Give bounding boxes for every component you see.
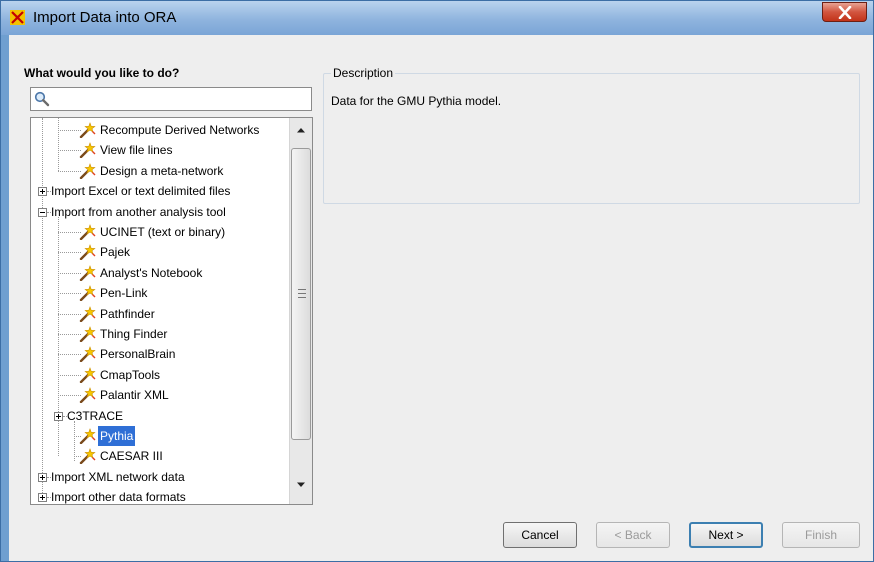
back-button[interactable]: < Back: [596, 522, 670, 548]
window-title: Import Data into ORA: [33, 9, 177, 26]
wand-icon: [79, 326, 97, 343]
wand-icon: [79, 122, 97, 139]
description-text: Data for the GMU Pythia model.: [331, 94, 502, 108]
tree-item-label: Pythia: [98, 426, 136, 446]
tree-guide-line: [58, 334, 81, 335]
wand-icon: [79, 142, 97, 159]
expand-toggle-icon[interactable]: [38, 493, 47, 503]
tree-item-label: Analyst's Notebook: [100, 265, 203, 280]
tree-guide-line: [58, 252, 81, 254]
tree-guide-line: [58, 293, 81, 295]
task-tree: Recompute Derived Networks View file line…: [30, 117, 313, 505]
ora-app-icon: [10, 10, 25, 25]
tree-guide-line: [58, 130, 81, 131]
tree-content: Recompute Derived Networks View file line…: [31, 118, 289, 504]
wand-icon: [79, 264, 97, 281]
tree-item-label: CmapTools: [100, 367, 161, 382]
wand-icon: [79, 346, 97, 363]
tree-guide-line: [42, 118, 43, 212]
tree-scrollbar[interactable]: [289, 118, 312, 504]
cancel-button[interactable]: Cancel: [503, 522, 577, 548]
scrollbar-grip-icon: [298, 289, 306, 298]
tree-guide-line: [42, 211, 43, 498]
tree-item-label: UCINET (text or binary): [100, 225, 226, 239]
tree-item-label: PersonalBrain: [100, 347, 176, 362]
tree-item-label: Palantir XML: [100, 388, 169, 403]
scroll-up-arrow-icon[interactable]: [296, 127, 306, 133]
description-panel: [323, 73, 860, 204]
task-prompt-label: What would you like to do?: [24, 66, 180, 80]
tree-item-label: Pajek: [100, 245, 131, 260]
close-icon: [838, 6, 852, 19]
tree-guide-line: [74, 420, 75, 462]
wand-icon: [79, 428, 97, 445]
wand-icon: [79, 305, 97, 322]
tree-item-label: Import Excel or text delimited files: [51, 184, 231, 199]
close-button[interactable]: [822, 2, 867, 22]
tree-guide-line: [58, 374, 81, 376]
search-box[interactable]: [30, 87, 312, 111]
wand-icon: [79, 285, 97, 302]
next-button-label: Next >: [708, 528, 744, 542]
tree-item-label: Pathfinder: [100, 306, 155, 321]
tree-item-label: Design a meta-network: [100, 163, 224, 178]
wand-icon: [79, 448, 97, 465]
tree-item-label: CAESAR III: [100, 449, 163, 464]
cancel-button-label: Cancel: [521, 528, 559, 542]
tree-guide-line: [58, 272, 81, 274]
tree-item-label: Import other data formats: [51, 490, 186, 505]
scrollbar-thumb[interactable]: [291, 148, 311, 440]
tree-guide-line: [58, 170, 81, 172]
tree-item-label: C3TRACE: [67, 408, 124, 423]
back-button-label: < Back: [614, 528, 652, 542]
tree-item-label: Recompute Derived Networks: [100, 123, 260, 137]
tree-item-label: Thing Finder: [100, 327, 168, 341]
title-bar[interactable]: Import Data into ORA: [1, 1, 873, 35]
next-button[interactable]: Next >: [689, 522, 763, 548]
tree-guide-line: [58, 118, 59, 171]
tree-guide-line: [58, 354, 81, 356]
expand-toggle-icon[interactable]: [38, 472, 47, 482]
finish-button-label: Finish: [804, 528, 837, 542]
tree-guide-line: [58, 313, 81, 315]
scroll-down-arrow-icon[interactable]: [296, 482, 306, 488]
tree-item-label: Pen-Link: [100, 286, 148, 301]
wand-icon: [79, 366, 97, 383]
description-legend: Description: [331, 66, 396, 80]
tree-guide-line: [58, 150, 81, 152]
tree-item-label: View file lines: [100, 143, 173, 158]
expand-toggle-icon[interactable]: [38, 187, 47, 197]
search-icon: [34, 91, 50, 107]
wand-icon: [79, 224, 97, 241]
tree-item-label: Import XML network data: [51, 469, 185, 484]
wand-icon: [79, 244, 97, 261]
collapse-toggle-icon[interactable]: [38, 207, 47, 217]
tree-item-label: Import from another analysis tool: [51, 204, 226, 219]
search-input[interactable]: [53, 90, 303, 108]
wand-icon: [79, 162, 97, 179]
finish-button[interactable]: Finish: [782, 522, 860, 548]
wand-icon: [79, 387, 97, 404]
tree-guide-line: [58, 395, 81, 397]
tree-guide-line: [58, 232, 81, 233]
expand-toggle-icon[interactable]: [54, 411, 63, 421]
